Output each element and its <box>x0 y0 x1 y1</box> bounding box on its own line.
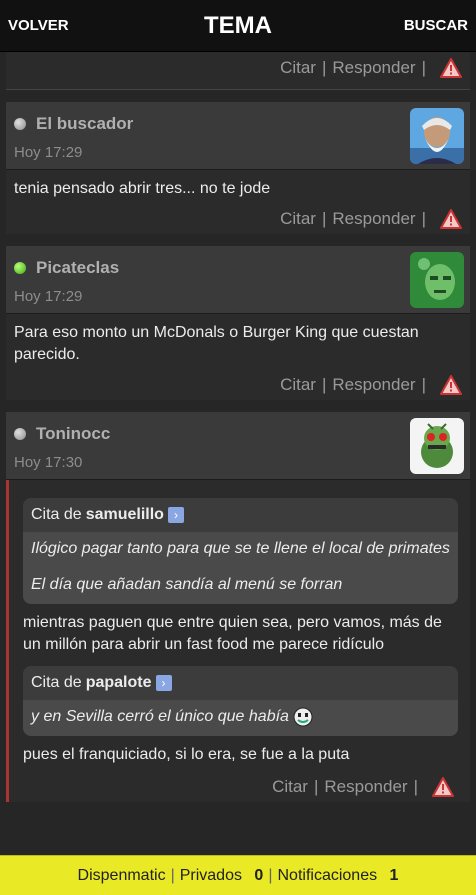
back-button[interactable]: VOLVER <box>8 17 69 34</box>
post-time: Hoy 17:29 <box>14 288 83 305</box>
quote-author[interactable]: papalote <box>86 672 152 694</box>
footer-separator: | <box>268 866 273 884</box>
notifications-label: Notificaciones <box>277 866 378 884</box>
quote-header: Cita de papalote › <box>23 666 458 700</box>
top-bar: VOLVER TEMA BUSCAR <box>0 0 476 52</box>
post-header: Toninocc Hoy 17:30 <box>6 412 470 480</box>
post-actions: Citar | Responder | <box>17 772 462 802</box>
private-messages-count: 0 <box>254 866 264 884</box>
author-name: Picateclas <box>36 258 120 277</box>
action-separator: | <box>413 777 418 796</box>
private-messages-label: Privados <box>179 866 242 884</box>
quote-prefix: Cita de <box>31 674 82 691</box>
post: Toninocc Hoy 17:30 Cita de samuelillo › … <box>6 412 470 802</box>
author-name: El buscador <box>36 114 134 133</box>
post-actions: Citar | Responder | <box>6 52 470 84</box>
private-messages-link[interactable]: Privados 0 <box>180 867 264 885</box>
quote-text: y en Sevilla cerró el único que había <box>23 700 458 736</box>
offline-status-icon <box>14 428 26 440</box>
report-warning-icon[interactable] <box>432 777 454 797</box>
post-text: mientras paguen que entre quien sea, per… <box>23 614 442 653</box>
report-warning-icon[interactable] <box>440 58 462 78</box>
notifications-count: 1 <box>389 866 399 884</box>
post-body: Cita de samuelillo › Ilógico pagar tanto… <box>6 480 470 802</box>
report-warning-icon[interactable] <box>440 375 462 395</box>
action-separator: | <box>321 375 327 394</box>
quote-line: El día que añadan sandía al menú se forr… <box>31 576 343 593</box>
quote-text: Ilógico pagar tanto para que se te llene… <box>23 532 458 604</box>
previous-post-actions: Citar | Responder | <box>6 52 470 90</box>
avatar[interactable] <box>410 252 464 308</box>
post-time: Hoy 17:29 <box>14 144 83 161</box>
report-warning-icon[interactable] <box>440 209 462 229</box>
author-name: Toninocc <box>36 424 111 443</box>
post-time: Hoy 17:30 <box>14 454 83 471</box>
post-author[interactable]: El buscador <box>14 114 462 134</box>
offline-status-icon <box>14 118 26 130</box>
reply-link[interactable]: Responder <box>332 375 415 395</box>
action-separator: | <box>421 209 426 228</box>
action-separator: | <box>321 209 327 228</box>
quote-link[interactable]: Citar <box>280 375 316 395</box>
action-separator: | <box>421 58 426 77</box>
search-button[interactable]: BUSCAR <box>404 17 468 34</box>
action-separator: | <box>321 58 327 77</box>
post-author[interactable]: Toninocc <box>14 424 462 444</box>
post-body: tenia pensado abrir tres... no te jode <box>14 180 271 197</box>
thread-content: Citar | Responder | El buscador Hoy 17:2… <box>0 52 476 855</box>
post-body: Para eso monto un McDonals o Burger King… <box>14 324 419 363</box>
post-text: pues el franquiciado, si lo era, se fue … <box>23 746 350 763</box>
post-header: Picateclas Hoy 17:29 <box>6 246 470 314</box>
quote-prefix: Cita de <box>31 506 82 523</box>
action-separator: | <box>313 777 319 796</box>
avatar[interactable] <box>410 108 464 164</box>
post: El buscador Hoy 17:29 tenia pensado abri… <box>6 102 470 234</box>
quote-link[interactable]: Citar <box>280 209 316 229</box>
post-actions: Citar | Responder | <box>6 204 470 234</box>
quote-line: y en Sevilla cerró el único que había <box>31 708 289 725</box>
avatar[interactable] <box>410 418 464 474</box>
smiley-icon <box>293 707 313 727</box>
post-author[interactable]: Picateclas <box>14 258 462 278</box>
reply-link[interactable]: Responder <box>332 209 415 229</box>
footer-separator: | <box>170 866 175 884</box>
go-to-quote-icon[interactable]: › <box>167 507 184 523</box>
quote-block: Cita de samuelillo › Ilógico pagar tanto… <box>23 498 458 604</box>
notifications-link[interactable]: Notificaciones 1 <box>277 867 398 885</box>
post: Picateclas Hoy 17:29 Para eso monto un M… <box>6 246 470 400</box>
reply-link[interactable]: Responder <box>332 58 415 78</box>
reply-link[interactable]: Responder <box>324 776 407 798</box>
quote-link[interactable]: Citar <box>272 776 308 798</box>
post-header: El buscador Hoy 17:29 <box>6 102 470 170</box>
username-link[interactable]: Dispenmatic <box>78 867 166 885</box>
quote-link[interactable]: Citar <box>280 58 316 78</box>
quote-block: Cita de papalote › y en Sevilla cerró el… <box>23 666 458 736</box>
quote-author[interactable]: samuelillo <box>86 504 164 526</box>
online-status-icon <box>14 262 26 274</box>
quote-header: Cita de samuelillo › <box>23 498 458 532</box>
go-to-quote-icon[interactable]: › <box>155 675 172 691</box>
footer-bar: Dispenmatic | Privados 0 | Notificacione… <box>0 855 476 895</box>
post-actions: Citar | Responder | <box>6 370 470 400</box>
action-separator: | <box>421 375 426 394</box>
quote-line: Ilógico pagar tanto para que se te llene… <box>31 540 450 557</box>
